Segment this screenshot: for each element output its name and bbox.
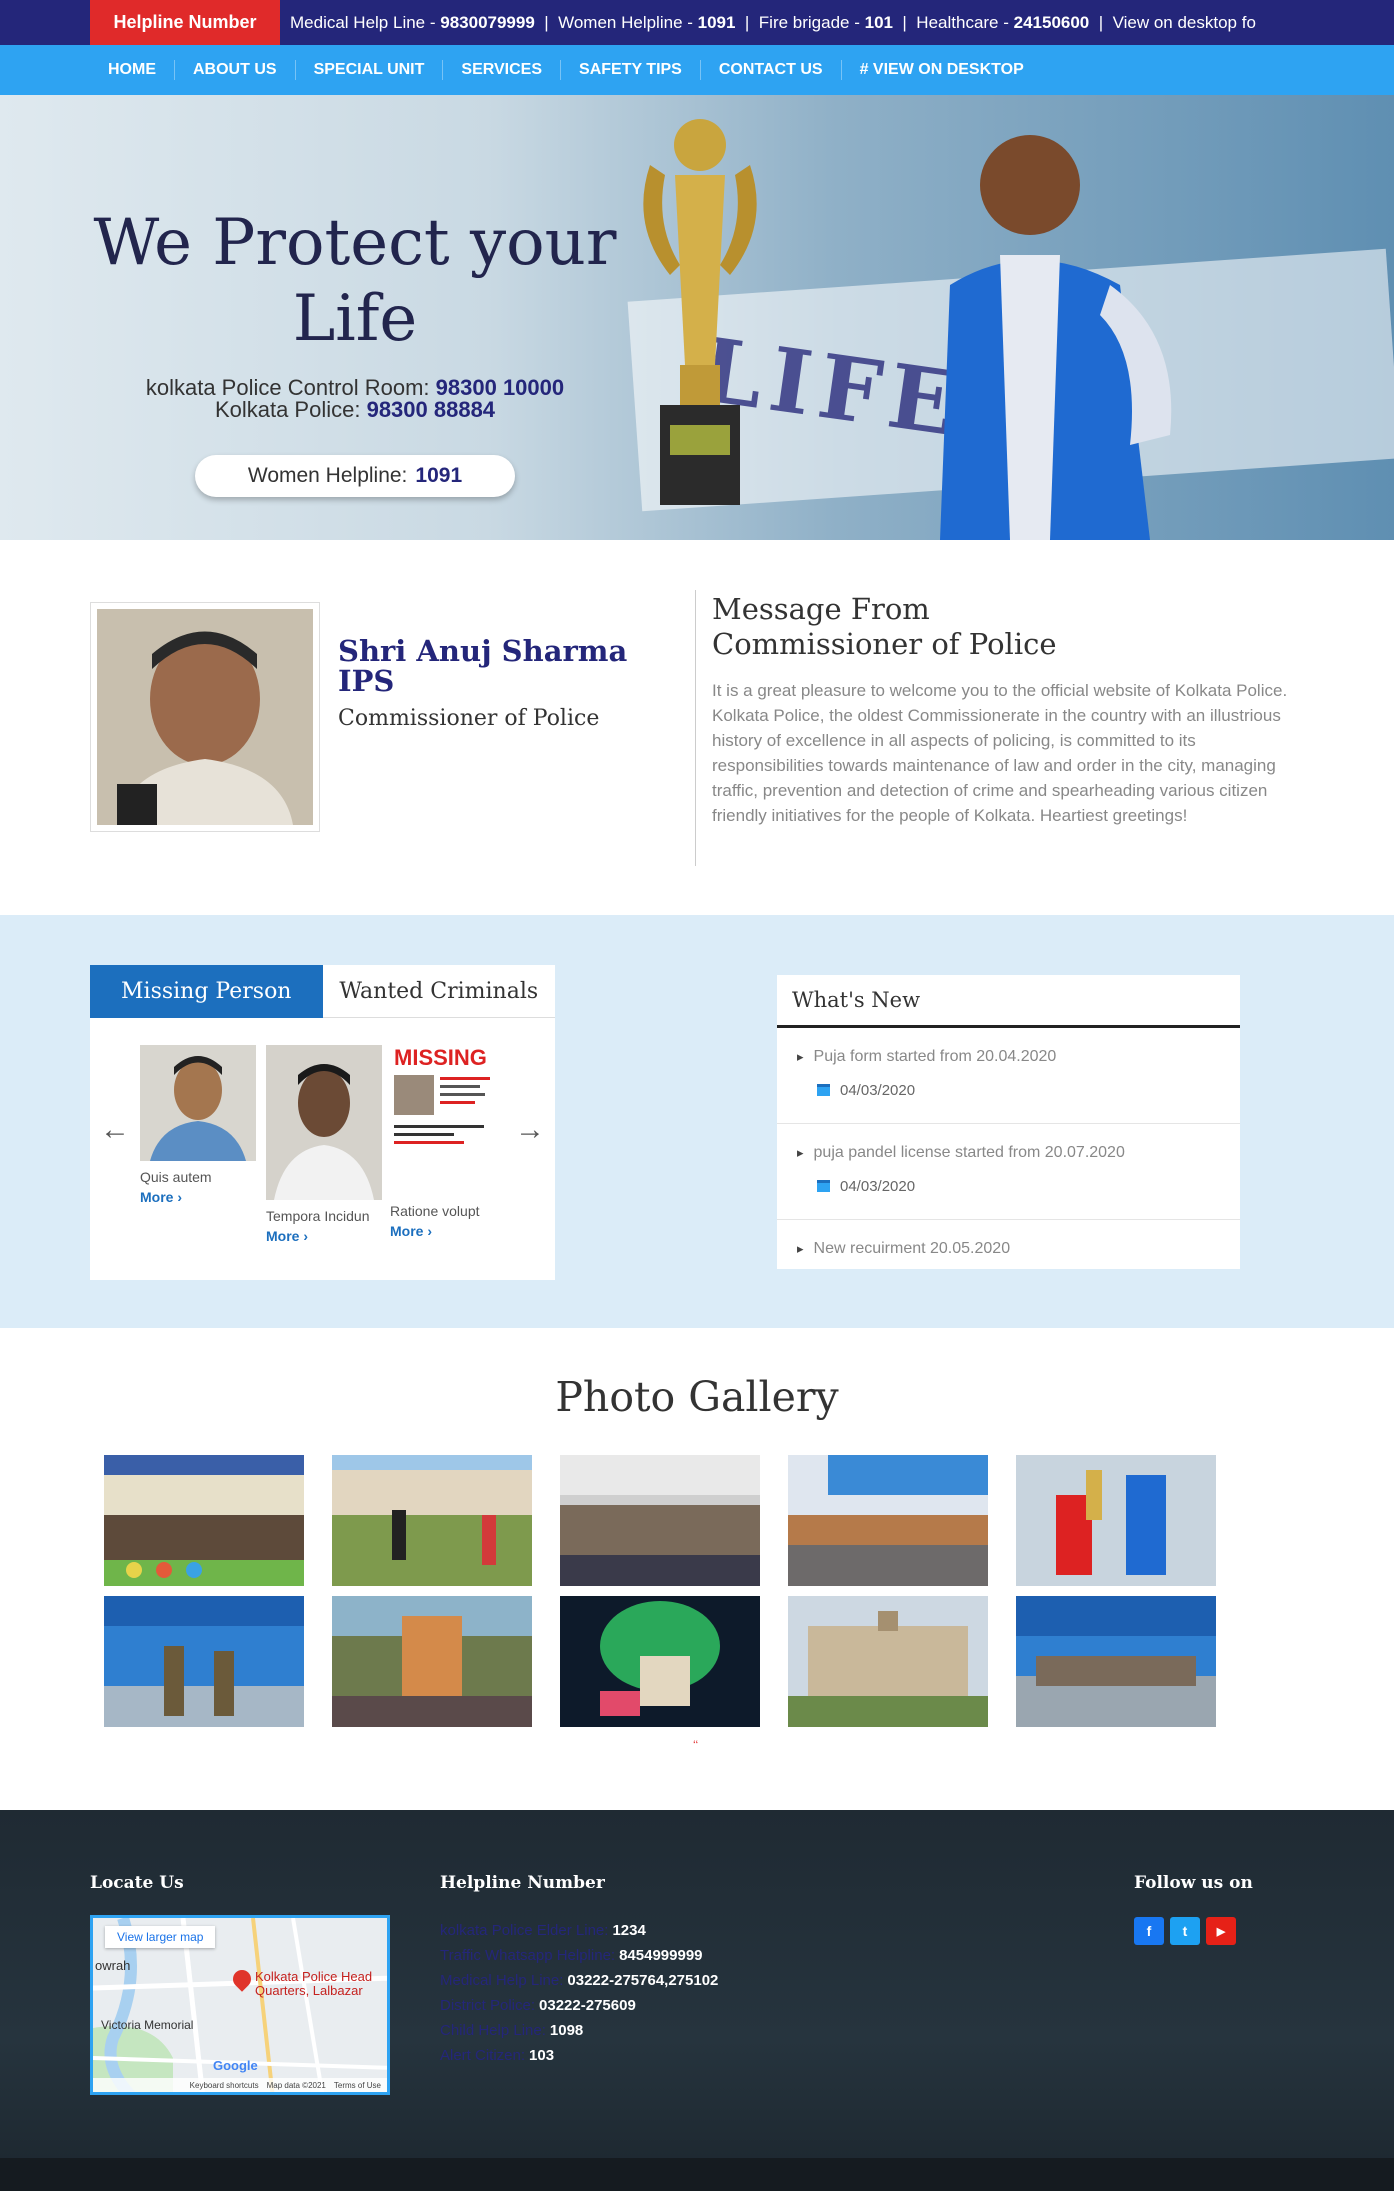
map-place-label: Kolkata Police Head Quarters, Lalbazar [255, 1969, 373, 1998]
news-item-text[interactable]: Puja form started from 20.04.2020 [797, 1048, 1220, 1066]
tab-missing-person[interactable]: Missing Person [90, 965, 323, 1018]
footer-helpline-list: kolkata Police Elder Line: 1234 Traffic W… [440, 1918, 718, 2068]
news-item-date: 04/03/2020 [797, 1082, 1220, 1099]
footer-bottom-bar [0, 2158, 1394, 2191]
gallery-photo[interactable] [560, 1596, 760, 1727]
gallery-photo[interactable] [104, 1455, 304, 1586]
map-terms-link[interactable]: Terms of Use [334, 2081, 381, 2090]
google-logo: Google [213, 2058, 258, 2073]
news-item-text[interactable]: New recuirment 20.05.2020 [797, 1240, 1220, 1258]
ticker-item-fire: Fire brigade - 101 | [758, 12, 917, 32]
officer-photo [940, 135, 1172, 540]
nav-about-us[interactable]: ABOUT US [175, 60, 296, 80]
commissioner-photo [90, 602, 320, 832]
missing-person-card[interactable]: Tempora Incidun More › [266, 1045, 382, 1244]
commissioner-portrait [97, 609, 313, 825]
footer-helpline-item: Child Help Line: 1098 [440, 2022, 584, 2039]
missing-person-caption: Quis autem [140, 1169, 212, 1185]
ticker-item-medical: Medical Help Line - 9830079999 | [290, 12, 559, 32]
missing-person-photo [266, 1045, 382, 1200]
message-body: It is a great pleasure to welcome you to… [712, 681, 1288, 825]
map-label-victoria: Victoria Memorial [101, 2018, 194, 2032]
map-attribution: Keyboard shortcuts Map data ©2021 Terms … [93, 2078, 387, 2092]
gallery-photo[interactable] [1016, 1455, 1216, 1586]
twitter-icon[interactable]: t [1170, 1917, 1200, 1945]
commissioner-role: Commissioner of Police [338, 706, 600, 731]
nav-services[interactable]: SERVICES [443, 60, 562, 80]
gallery-photo[interactable] [788, 1455, 988, 1586]
helpline-label: Helpline Number [90, 0, 280, 45]
news-item-date: 04/03/2020 [797, 1178, 1220, 1195]
panel-tabs: Missing Person Wanted Criminals [90, 965, 555, 1018]
more-link[interactable]: More › [140, 1189, 256, 1205]
hero-title: We Protect your Life [93, 206, 617, 356]
top-helpline-bar: Helpline Number Medical Help Line - 9830… [0, 0, 1394, 45]
news-item[interactable]: Puja form started from 20.04.2020 04/03/… [777, 1028, 1240, 1124]
footer-helpline-item: kolkata Police Elder Line: 1234 [440, 1922, 646, 1939]
missing-person-caption: Ratione volupt [390, 1203, 480, 1219]
facebook-icon[interactable]: f [1134, 1917, 1164, 1945]
missing-person-photo [140, 1045, 256, 1161]
follow-us-title: Follow us on [1134, 1873, 1253, 1893]
whats-new-panel: What's New Puja form started from 20.04.… [777, 975, 1240, 1269]
map-keyboard-shortcuts-link[interactable]: Keyboard shortcuts [190, 2081, 259, 2090]
youtube-icon[interactable]: ▶ [1206, 1917, 1236, 1945]
calendar-icon [817, 1084, 830, 1096]
gallery-title: Photo Gallery [555, 1373, 839, 1421]
locate-us-title: Locate Us [90, 1873, 184, 1893]
missing-person-card[interactable]: MISSING Ratione volupt More › [390, 1045, 506, 1239]
nav-safety-tips[interactable]: SAFETY TIPS [561, 60, 701, 80]
location-map[interactable]: View larger map owrah Kolkata Police Hea… [90, 1915, 390, 2095]
footer-helpline-item: Medical Help Line: 03222-275764,275102 [440, 1972, 719, 1989]
news-item[interactable]: New recuirment 20.05.2020 [777, 1220, 1240, 1269]
footer-helpline-title: Helpline Number [440, 1873, 605, 1893]
gallery-photo[interactable] [104, 1596, 304, 1727]
ticker-item-women: Women Helpline - 1091 | [558, 12, 759, 32]
trophy-image [643, 119, 757, 505]
women-helpline-button[interactable]: Women Helpline: 1091 [195, 455, 515, 497]
footer-helpline-item: Traffic Whatsapp Helpline: 8454999999 [440, 1947, 703, 1964]
gallery-photo[interactable] [332, 1455, 532, 1586]
ticker-item-desktop: View on desktop fo [1112, 12, 1256, 32]
gallery-photo[interactable] [332, 1596, 532, 1727]
map-data-notice: Map data ©2021 [266, 2080, 326, 2090]
police-number-line: Kolkata Police: 98300 88884 [214, 397, 496, 422]
nav-special-unit[interactable]: SPECIAL UNIT [296, 60, 444, 80]
message-title: Message From Commissioner of Police [712, 592, 1057, 661]
more-link[interactable]: More › [390, 1223, 506, 1239]
news-item[interactable]: puja pandel license started from 20.07.2… [777, 1124, 1240, 1220]
helpline-ticker: Medical Help Line - 9830079999 | Women H… [290, 0, 1394, 45]
missing-person-card[interactable]: Quis autem More › [140, 1045, 256, 1205]
missing-poster: MISSING [390, 1045, 506, 1195]
gallery-pagination-dots[interactable]: ‘‘ [693, 1738, 698, 1752]
nav-home[interactable]: HOME [90, 60, 175, 80]
gallery-photo[interactable] [788, 1596, 988, 1727]
view-larger-map-button[interactable]: View larger map [105, 1926, 216, 1948]
news-item-text[interactable]: puja pandel license started from 20.07.2… [797, 1144, 1220, 1162]
vertical-divider [695, 590, 696, 866]
main-navigation: HOME ABOUT US SPECIAL UNIT SERVICES SAFE… [0, 45, 1394, 95]
gallery-photo[interactable] [1016, 1596, 1216, 1727]
calendar-icon [817, 1180, 830, 1192]
missing-wanted-panel: Missing Person Wanted Criminals ← → Quis… [90, 965, 555, 1280]
footer-helpline-item: Alert Citizen: 103 [440, 2047, 555, 2064]
missing-person-caption: Tempora Incidun [266, 1208, 370, 1224]
more-link[interactable]: More › [266, 1228, 382, 1244]
carousel-prev-arrow-icon[interactable]: ← [100, 1113, 130, 1147]
hero-banner: LIFE We Protect your Life kolkata Police… [0, 95, 1394, 540]
footer-helpline-item: District Police: 03222-275609 [440, 1997, 636, 2014]
ticker-item-healthcare: Healthcare - 24150600 | [916, 12, 1113, 32]
nav-contact-us[interactable]: CONTACT US [701, 60, 842, 80]
commissioner-name: Shri Anuj Sharma IPS [338, 634, 628, 698]
gallery-photo[interactable] [560, 1455, 760, 1586]
whats-new-title: What's New [777, 975, 1240, 1028]
carousel-next-arrow-icon[interactable]: → [515, 1113, 545, 1147]
missing-poster-title: MISSING [394, 1045, 487, 1070]
map-label-howrah: owrah [95, 1958, 131, 1973]
tab-wanted-criminals[interactable]: Wanted Criminals [322, 965, 555, 1018]
nav-view-on-desktop[interactable]: # VIEW ON DESKTOP [842, 60, 1042, 80]
